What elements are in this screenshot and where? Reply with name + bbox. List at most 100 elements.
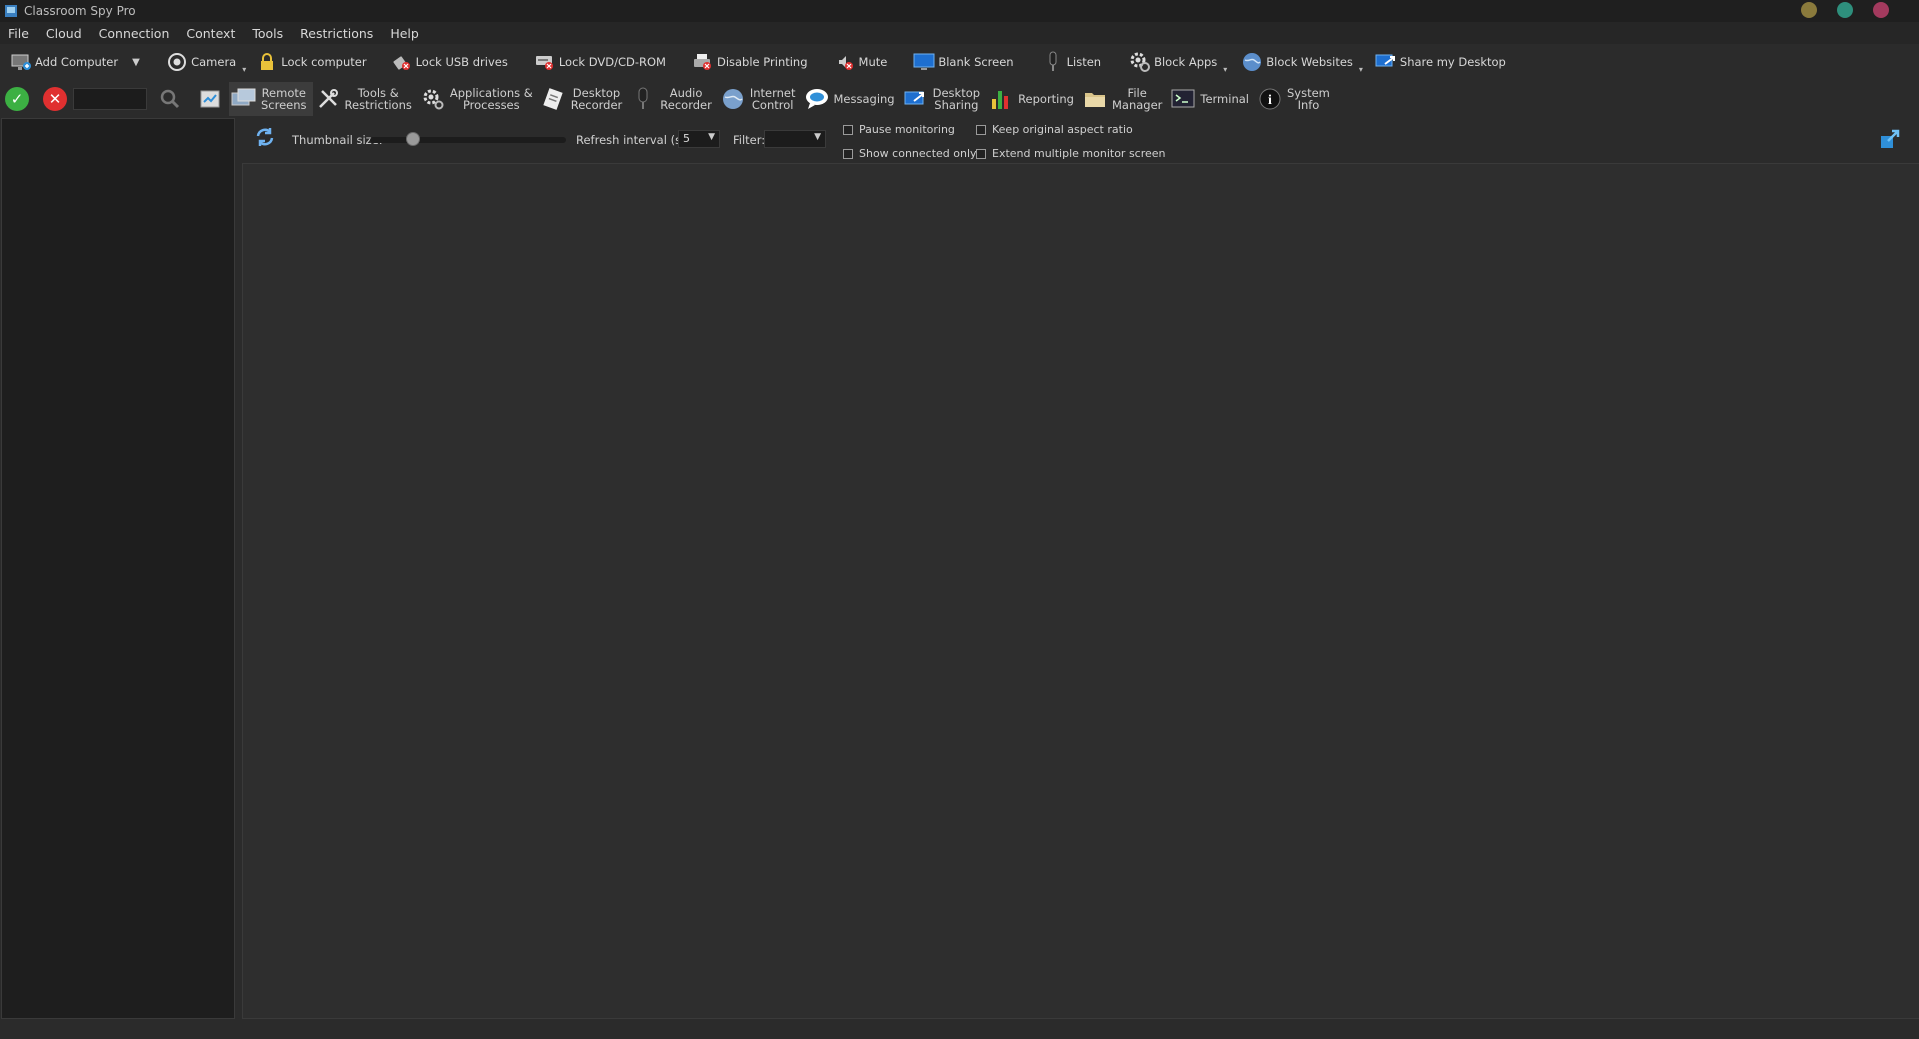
microphone-icon (630, 86, 656, 112)
chevron-down-icon: ▼ (814, 132, 821, 142)
menu-tools[interactable]: Tools (252, 26, 283, 41)
window-controls (1801, 2, 1889, 18)
menu-help[interactable]: Help (390, 26, 419, 41)
refresh-interval-select[interactable]: 5 ▼ (678, 130, 720, 148)
tab-label: Applications & Processes (449, 86, 533, 112)
thumbnail-size-slider[interactable] (370, 137, 566, 143)
block-websites-button[interactable]: Block Websites ▾ (1237, 48, 1363, 76)
mute-button[interactable]: Mute (830, 48, 892, 76)
tab-reporting[interactable]: Reporting (986, 82, 1080, 116)
pause-monitoring-checkbox[interactable]: Pause monitoring (843, 123, 955, 136)
chevron-down-icon: ▾ (1223, 65, 1228, 74)
module-toolbar: ✓ ✕ Remote Screens Tools & Restrictions … (0, 82, 1400, 116)
chevron-down-icon: ▾ (242, 65, 247, 74)
checkbox-box[interactable] (976, 124, 986, 135)
action-toolbar: Add Computer ▼ Camera ▾ Lock computer Lo… (0, 46, 1919, 78)
mute-icon (834, 51, 856, 73)
disable-printing-button[interactable]: Disable Printing (688, 48, 812, 76)
remote-screens-icon (231, 86, 257, 112)
show-connected-checkbox[interactable]: Show connected only (843, 147, 977, 160)
camera-button[interactable]: Camera ▾ (162, 48, 246, 76)
menu-file[interactable]: File (8, 26, 29, 41)
close-button[interactable] (1873, 2, 1889, 18)
add-computer-button[interactable]: Add Computer (6, 48, 122, 76)
menu-context[interactable]: Context (186, 26, 235, 41)
blank-screen-label: Blank Screen (938, 55, 1014, 69)
refresh-interval-value: 5 (683, 132, 690, 145)
gears-icon (420, 86, 446, 112)
connect-button[interactable]: ✓ (5, 87, 29, 111)
add-computer-dropdown[interactable]: ▼ (128, 48, 148, 76)
block-apps-button[interactable]: Block Apps ▾ (1125, 48, 1227, 76)
close-icon: ✕ (48, 90, 62, 108)
disconnect-button[interactable]: ✕ (43, 87, 67, 111)
menu-restrictions[interactable]: Restrictions (300, 26, 373, 41)
tab-desktop-recorder[interactable]: Desktop Recorder (539, 82, 629, 116)
tab-label: Remote Screens (261, 86, 307, 112)
tab-tools-restrictions[interactable]: Tools & Restrictions (313, 82, 418, 116)
camera-label: Camera (191, 55, 237, 69)
lock-dvd-button[interactable]: Lock DVD/CD-ROM (530, 48, 670, 76)
tab-system-info[interactable]: i System Info (1255, 82, 1336, 116)
globe-icon (720, 86, 746, 112)
info-icon: i (1257, 86, 1283, 112)
filter-select[interactable]: ▼ (764, 130, 826, 148)
minimize-button[interactable] (1801, 2, 1817, 18)
checkbox-box[interactable] (976, 148, 986, 159)
disable-printing-label: Disable Printing (716, 55, 808, 69)
chat-bubble-icon (804, 86, 830, 112)
tab-audio-recorder[interactable]: Audio Recorder (628, 82, 718, 116)
tab-file-manager[interactable]: File Manager (1080, 82, 1168, 116)
maximize-button[interactable] (1837, 2, 1853, 18)
checkbox-box[interactable] (843, 148, 853, 159)
lock-computer-button[interactable]: Lock computer (252, 48, 370, 76)
menu-connection[interactable]: Connection (99, 26, 170, 41)
tab-messaging[interactable]: Messaging (802, 82, 901, 116)
tab-remote-screens[interactable]: Remote Screens (229, 82, 313, 116)
show-connected-label: Show connected only (859, 147, 977, 160)
slider-handle[interactable] (406, 132, 421, 146)
tab-terminal[interactable]: Terminal (1168, 82, 1255, 116)
keep-aspect-checkbox[interactable]: Keep original aspect ratio (976, 123, 1133, 136)
refresh-icon[interactable] (254, 126, 276, 148)
edit-list-button[interactable] (197, 86, 223, 112)
share-desktop-button[interactable]: Share my Desktop (1371, 48, 1510, 76)
tab-applications-processes[interactable]: Applications & Processes (418, 82, 539, 116)
title-bar: Classroom Spy Pro (0, 0, 1919, 22)
dvd-lock-icon (534, 51, 556, 73)
tab-internet-control[interactable]: Internet Control (718, 82, 802, 116)
monitor-plus-icon (10, 51, 32, 73)
menu-cloud[interactable]: Cloud (46, 26, 82, 41)
search-button[interactable] (157, 86, 183, 112)
pop-out-icon[interactable] (1879, 128, 1901, 150)
listen-label: Listen (1066, 55, 1102, 69)
tab-desktop-sharing[interactable]: Desktop Sharing (901, 82, 986, 116)
add-computer-label: Add Computer (35, 55, 119, 69)
search-input[interactable] (73, 88, 147, 110)
tab-label: Reporting (1018, 92, 1074, 106)
app-icon (5, 5, 17, 17)
mute-label: Mute (858, 55, 888, 69)
share-desktop-label: Share my Desktop (1399, 55, 1506, 69)
lock-dvd-label: Lock DVD/CD-ROM (558, 55, 666, 69)
lock-usb-button[interactable]: Lock USB drives (387, 48, 512, 76)
lock-usb-label: Lock USB drives (415, 55, 508, 69)
folder-icon (1082, 86, 1108, 112)
listen-button[interactable]: Listen (1038, 48, 1105, 76)
chevron-down-icon: ▼ (708, 132, 715, 142)
usb-lock-icon (391, 51, 413, 73)
extend-monitor-checkbox[interactable]: Extend multiple monitor screen (976, 147, 1166, 160)
remote-screens-area[interactable] (242, 164, 1919, 1019)
checkbox-box[interactable] (843, 124, 853, 135)
tab-label: Tools & Restrictions (344, 86, 412, 112)
pause-monitoring-label: Pause monitoring (859, 123, 955, 136)
blank-screen-button[interactable]: Blank Screen (909, 48, 1017, 76)
monitoring-controls: Thumbnail size: Refresh interval (s): 5 … (242, 118, 1919, 164)
chevron-down-icon: ▾ (1358, 65, 1363, 74)
tab-label: Desktop Sharing (932, 86, 981, 112)
tools-icon (315, 86, 341, 112)
filter-label: Filter: (733, 133, 766, 147)
block-apps-label: Block Apps (1154, 55, 1218, 69)
computer-list-panel[interactable] (1, 118, 235, 1019)
svg-text:i: i (1268, 93, 1272, 108)
